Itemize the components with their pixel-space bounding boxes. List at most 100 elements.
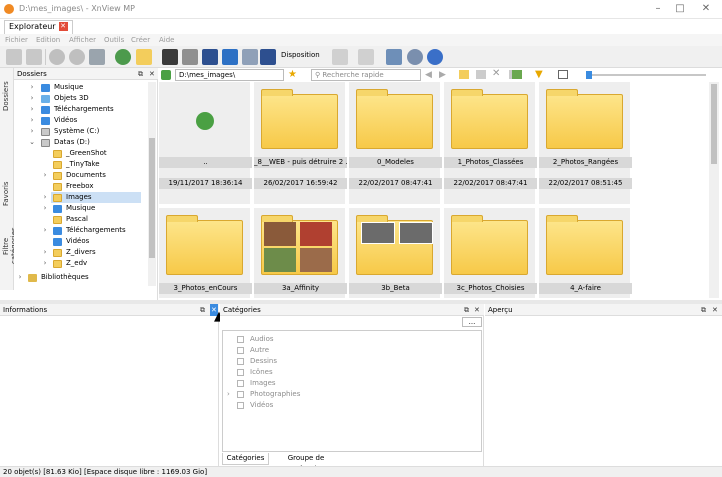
close-panel-icon[interactable]: ✕ [474,304,480,316]
category-checkbox[interactable] [237,336,244,343]
batch-icon[interactable] [242,49,258,65]
tab-explorateur[interactable]: Explorateur ✕ [4,20,73,34]
menu-creer[interactable]: Créer [131,34,150,46]
category-item[interactable]: Audios [223,334,481,345]
rotate-right-icon[interactable] [69,49,85,65]
tree-item[interactable]: › Téléchargements [14,225,148,236]
webpage-icon[interactable] [260,49,276,65]
minimize-button[interactable]: – [651,3,665,15]
thumbnail-folder[interactable]: 0_Modeles 22/02/2017 08:47:41 [349,82,442,204]
menu-edition[interactable]: Edition [36,34,60,46]
disposition-button[interactable]: Disposition [281,51,320,59]
tree-item[interactable]: › Documents [14,170,148,181]
menu-outils[interactable]: Outils [104,34,124,46]
delete-icon[interactable]: ✕ [492,68,500,79]
category-checkbox[interactable] [237,347,244,354]
category-item[interactable]: Vidéos [223,400,481,411]
rename-icon[interactable] [476,70,486,79]
float-panel-icon[interactable]: ⧉ [464,304,469,316]
tree-item[interactable]: › Objets 3D [14,93,148,104]
tree-item[interactable]: _TinyTake [14,159,148,170]
scrollbar-thumb[interactable] [711,84,717,164]
category-checkbox[interactable] [237,391,244,398]
category-item[interactable]: Autre [223,345,481,356]
thumbnail-folder[interactable]: 3c_Photos_Choisies [444,208,537,298]
thumbnail-folder[interactable]: 3b_Beta [349,208,442,298]
tools-icon[interactable] [89,49,105,65]
close-window-button[interactable]: ✕ [699,3,713,15]
quick-search-field[interactable]: ⚲ Recherche rapide [311,69,421,81]
zoom-slider-handle[interactable] [586,71,592,79]
thumbnail-parent[interactable]: .. 19/11/2017 18:36:14 [159,82,252,204]
zoom-slider[interactable] [588,74,706,76]
layout-1-5-icon[interactable] [332,49,348,65]
thumbnail-folder[interactable]: 3a_Affinity [254,208,347,298]
tag-icon[interactable] [512,70,522,79]
menu-afficher[interactable]: Afficher [69,34,96,46]
category-item[interactable]: Images [223,378,481,389]
fullscreen-icon[interactable] [6,49,22,65]
tab-favoris[interactable]: Favoris [2,180,10,208]
category-checkbox[interactable] [237,402,244,409]
thumbnail-scrollbar[interactable] [709,82,719,298]
tree-item[interactable]: › Musique [14,82,148,93]
thumbnail-folder[interactable]: 3_Photos_enCours [159,208,252,298]
menu-aide[interactable]: Aide [159,34,174,46]
tree-item[interactable]: › Vidéos [14,115,148,126]
scrollbar-thumb[interactable] [149,138,155,258]
forward-icon[interactable]: ▶ [439,70,446,80]
tree-item[interactable]: › Musique [14,203,148,214]
print-icon[interactable] [182,49,198,65]
layout-grid-icon[interactable] [358,49,374,65]
tree-item-selected[interactable]: › Images [44,192,141,203]
tab-dossiers[interactable]: Dossiers [2,76,10,116]
category-checkbox[interactable] [237,380,244,387]
tree-item[interactable]: ⌄ Datas (D:) [14,137,148,148]
new-folder-icon[interactable] [459,70,469,79]
float-panel-icon[interactable]: ⧉ [200,304,205,316]
open-folder-icon[interactable] [136,49,152,65]
tree-layout-icon[interactable] [386,49,402,65]
tree-item[interactable]: Vidéos [14,236,148,247]
tab-categories[interactable]: Catégories [222,453,269,465]
thumbnail-folder[interactable]: 2_Photos_Rangées 22/02/2017 08:51:45 [539,82,632,204]
view-mode-icon[interactable] [558,70,568,79]
close-panel-icon[interactable]: ✕ [712,304,718,316]
tree-item[interactable]: › Téléchargements [14,104,148,115]
nav-up-icon[interactable] [161,70,171,80]
tab-groupe-categories[interactable]: Groupe de catégories [270,453,342,473]
filter-icon[interactable]: ▼ [535,69,543,80]
fit-icon[interactable] [26,49,42,65]
settings-icon[interactable] [407,49,423,65]
tree-item[interactable]: Freebox [14,181,148,192]
rotate-left-icon[interactable] [49,49,65,65]
expand-arrow-icon[interactable]: › [227,389,230,400]
category-item[interactable]: › Photographies [223,389,481,400]
float-panel-icon[interactable]: ⧉ [701,304,706,316]
thumbnail-folder[interactable]: 4_A-faire [539,208,632,298]
thumbnail-folder[interactable]: _8__WEB - puis détruire 2 ... 26/02/2017… [254,82,347,204]
folder-tree-scrollbar[interactable] [148,82,156,286]
slideshow-icon[interactable] [222,49,238,65]
tree-item[interactable]: › Z_edv [14,258,148,269]
close-tab-icon[interactable]: ✕ [58,22,68,31]
scanner-icon[interactable] [202,49,218,65]
category-checkbox[interactable] [237,369,244,376]
tree-item[interactable]: _GreenShot [14,148,148,159]
category-checkbox[interactable] [237,358,244,365]
tree-item[interactable]: › Système (C:) [14,126,148,137]
back-icon[interactable]: ◀ [425,70,432,80]
help-icon[interactable] [427,49,443,65]
favorite-star-icon[interactable]: ★ [288,69,297,81]
category-item[interactable]: Icônes [223,367,481,378]
thumbnail-folder[interactable]: 1_Photos_Classées 22/02/2017 08:47:41 [444,82,537,204]
close-panel-icon[interactable]: ✕ [149,68,155,80]
globe-icon[interactable] [115,49,131,65]
tree-item[interactable]: › Bibliothèques [14,272,148,283]
browse-icon[interactable] [162,49,178,65]
address-bar[interactable]: D:\mes_images\ [175,69,284,81]
tree-item[interactable]: › Z_divers [14,247,148,258]
menu-fichier[interactable]: Fichier [5,34,28,46]
maximize-button[interactable]: □ [673,3,687,15]
categories-combo[interactable]: ... [462,317,482,327]
